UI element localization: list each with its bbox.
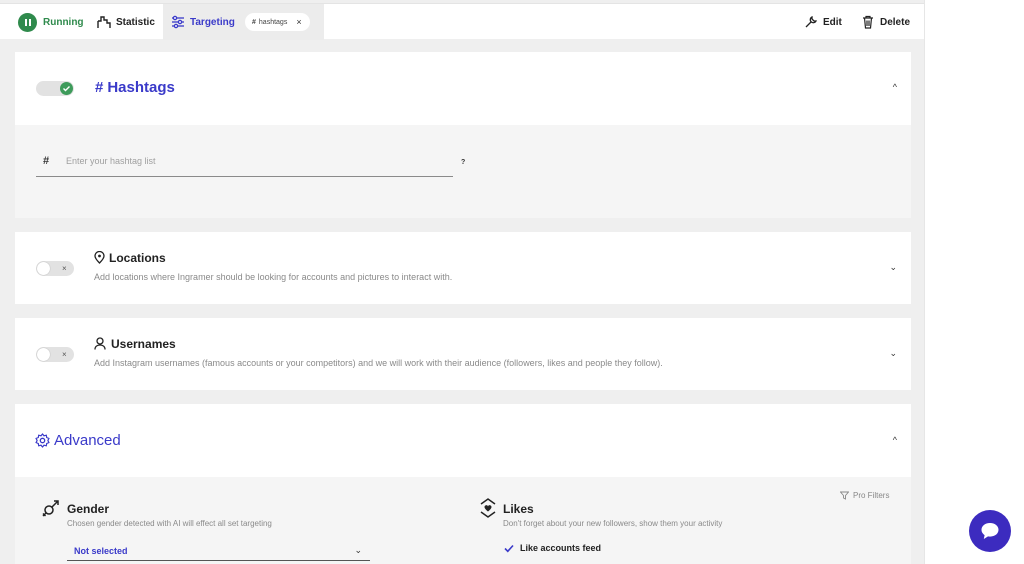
filter-icon	[840, 491, 849, 500]
hashtags-chip[interactable]: # hashtags ×	[245, 13, 310, 31]
chip-label: hashtags	[258, 18, 288, 26]
pause-icon	[18, 12, 37, 32]
like-accounts-feed-checkbox[interactable]: Like accounts feed	[504, 543, 601, 553]
advanced-content: Pro Filters Gender Chosen gender detecte…	[15, 477, 911, 564]
advanced-title: Advanced	[54, 432, 121, 449]
running-label: Running	[43, 16, 84, 28]
hash-title-icon: #	[95, 79, 104, 96]
tab-statistic[interactable]: Statistic	[97, 4, 155, 40]
top-toolbar: Running Statistic Targeting # hashtags ×…	[0, 3, 925, 40]
x-icon: ×	[62, 350, 67, 359]
tab-targeting[interactable]: Targeting	[171, 4, 235, 40]
gender-description: Chosen gender detected with AI will effe…	[67, 519, 272, 528]
locations-toggle[interactable]: ×	[36, 261, 74, 276]
app-root: Running Statistic Targeting # hashtags ×…	[0, 0, 925, 564]
chat-button[interactable]	[969, 510, 1011, 552]
hashtags-card: # Hashtags ^	[15, 52, 911, 125]
running-status-button[interactable]: Running	[18, 4, 84, 40]
bar-chart-icon	[97, 16, 111, 28]
edit-label: Edit	[823, 16, 842, 28]
expand-chevron-icon[interactable]: ⌄	[889, 348, 897, 359]
usernames-toggle[interactable]: ×	[36, 347, 74, 362]
expand-chevron-icon[interactable]: ⌄	[889, 262, 897, 273]
pro-filters-label: Pro Filters	[853, 491, 890, 500]
likes-description: Don't forget about your new followers, s…	[503, 519, 723, 528]
collapse-chevron-icon[interactable]: ^	[893, 82, 897, 92]
locations-title: Locations	[109, 251, 166, 265]
collapse-chevron-icon[interactable]: ^	[893, 435, 897, 445]
help-icon[interactable]: ?	[461, 159, 465, 166]
edit-button[interactable]: Edit	[804, 4, 842, 40]
hashtag-input-placeholder: Enter your hashtag list	[66, 156, 156, 166]
likes-title: Likes	[503, 502, 534, 516]
check-icon	[60, 82, 73, 95]
toggle-knob	[37, 262, 50, 275]
gender-select[interactable]: Not selected ⌄	[67, 543, 370, 561]
gender-select-value: Not selected	[74, 546, 128, 556]
statistic-label: Statistic	[116, 16, 155, 28]
gender-title: Gender	[67, 502, 110, 516]
x-icon: ×	[62, 264, 67, 273]
chat-bubble-icon	[980, 522, 1000, 540]
wrench-icon	[804, 15, 818, 29]
usernames-description: Add Instagram usernames (famous accounts…	[94, 358, 663, 368]
checkmark-icon	[504, 544, 514, 553]
hashtag-input[interactable]: Enter your hashtag list	[36, 151, 453, 177]
hash-icon: #	[252, 18, 256, 26]
user-icon	[94, 337, 106, 355]
location-pin-icon	[94, 250, 105, 269]
divider	[924, 0, 925, 564]
chip-close-icon[interactable]: ×	[296, 17, 301, 27]
locations-card: × Locations Add locations where Ingramer…	[15, 232, 911, 304]
gear-icon	[35, 433, 50, 453]
chevron-down-icon: ⌄	[354, 545, 362, 555]
locations-description: Add locations where Ingramer should be l…	[94, 272, 453, 282]
heart-badge-icon	[480, 498, 496, 523]
like-accounts-feed-label: Like accounts feed	[520, 543, 602, 553]
hashtags-toggle[interactable]	[36, 81, 74, 96]
trash-icon	[861, 15, 875, 29]
delete-button[interactable]: Delete	[861, 4, 910, 40]
right-margin	[925, 0, 1024, 564]
pro-filters-button[interactable]: Pro Filters	[840, 491, 889, 500]
toggle-knob	[37, 348, 50, 361]
usernames-card: × Usernames Add Instagram usernames (fam…	[15, 318, 911, 390]
hashtags-title: # Hashtags	[95, 79, 175, 96]
delete-label: Delete	[880, 16, 911, 28]
targeting-label: Targeting	[190, 16, 235, 28]
sliders-icon	[171, 15, 185, 29]
hashtags-content: # Enter your hashtag list ?	[15, 125, 911, 218]
gender-icon	[41, 498, 61, 523]
usernames-title: Usernames	[111, 337, 176, 351]
advanced-card: Advanced ^	[15, 404, 911, 477]
